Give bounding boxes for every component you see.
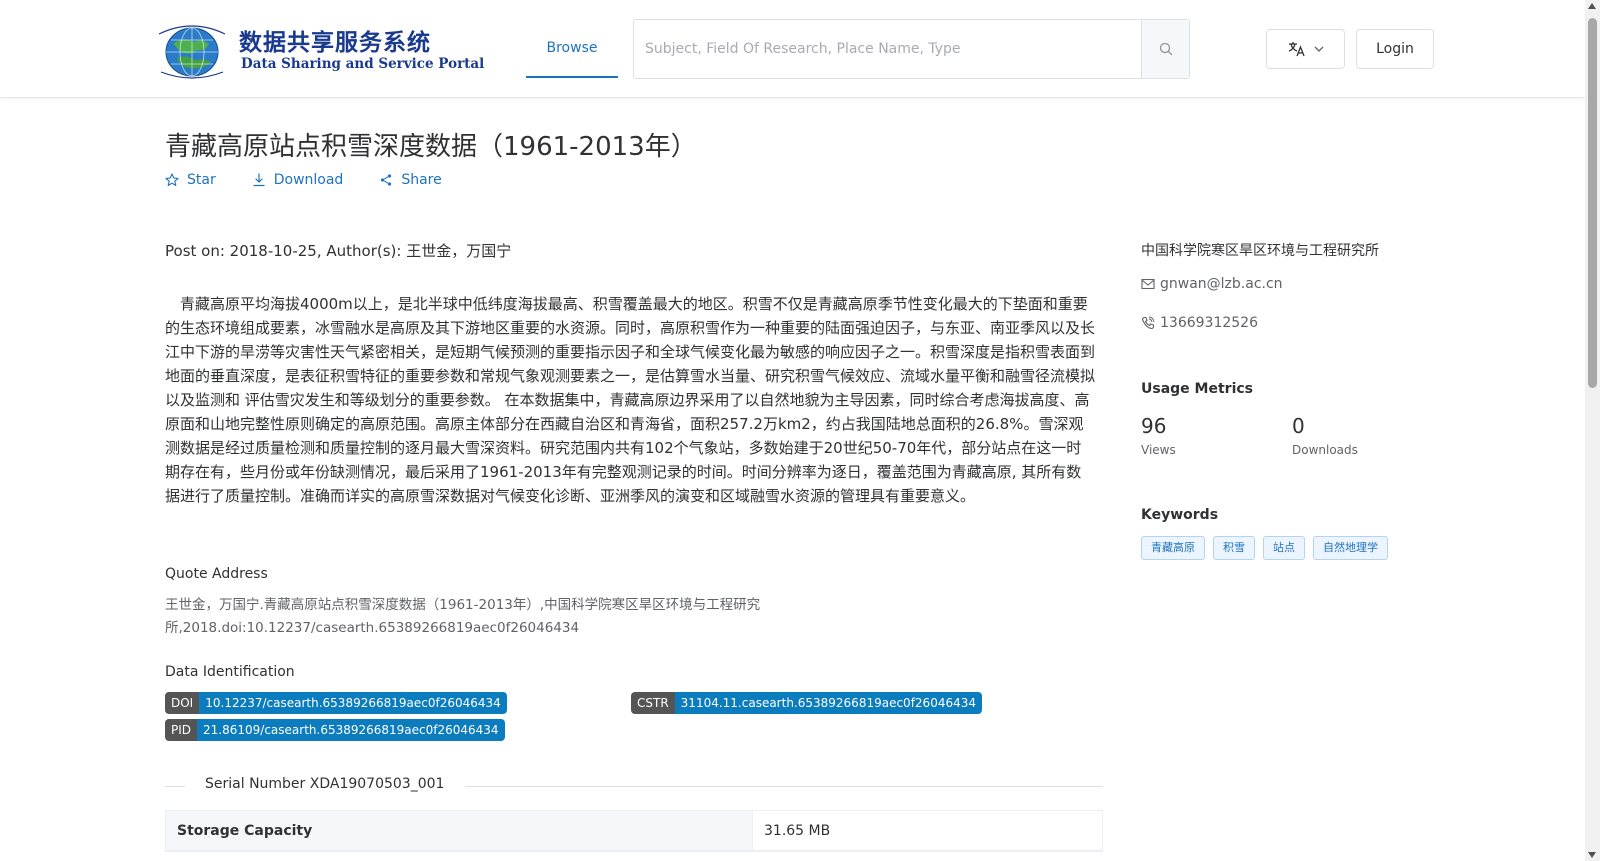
nav-browse-tab[interactable]: Browse bbox=[526, 20, 618, 78]
downloads-label: Downloads bbox=[1292, 443, 1358, 457]
divider-line-right bbox=[465, 786, 1103, 787]
pid-badge-value: 21.86109/casearth.65389266819aec0f260464… bbox=[197, 719, 505, 741]
search-icon bbox=[1159, 42, 1172, 56]
table-cell-key: Storage Capacity bbox=[166, 811, 753, 850]
page-scrollbar[interactable] bbox=[1585, 0, 1600, 861]
scroll-up-arrow-icon[interactable] bbox=[1588, 3, 1596, 9]
table-cell-value: 31.65 MB bbox=[764, 823, 831, 839]
login-button[interactable]: Login bbox=[1356, 29, 1434, 69]
dataset-actions: Star Download Share bbox=[165, 172, 478, 188]
phone-text: 13669312526 bbox=[1160, 315, 1258, 331]
cstr-badge-value: 31104.11.casearth.65389266819aec0f260464… bbox=[674, 692, 982, 714]
download-label: Download bbox=[273, 172, 344, 188]
quote-address-text: 王世金，万国宁.青藏高原站点积雪深度数据（1961-2013年）,中国科学院寒区… bbox=[165, 597, 761, 636]
table-row: Storage Capacity 31.65 MB bbox=[166, 811, 1102, 851]
cstr-badge-key: CSTR bbox=[631, 692, 675, 714]
keyword-tag[interactable]: 青藏高原 bbox=[1141, 536, 1205, 560]
keyword-tag[interactable]: 站点 bbox=[1263, 536, 1305, 560]
star-icon bbox=[165, 173, 179, 187]
share-label: Share bbox=[401, 172, 442, 188]
search-button[interactable] bbox=[1141, 20, 1189, 78]
mail-icon bbox=[1141, 278, 1155, 290]
views-count: 96 bbox=[1141, 414, 1167, 438]
views-label: Views bbox=[1141, 443, 1176, 457]
chevron-down-icon bbox=[1314, 46, 1323, 52]
star-label: Star bbox=[187, 172, 216, 188]
contact-email[interactable]: gnwan@lzb.ac.cn bbox=[1141, 276, 1283, 292]
keyword-tag[interactable]: 积雪 bbox=[1213, 536, 1255, 560]
translate-icon bbox=[1288, 42, 1305, 57]
downloads-count: 0 bbox=[1292, 414, 1305, 438]
contact-phone: 13669312526 bbox=[1141, 315, 1258, 331]
star-button[interactable]: Star bbox=[165, 172, 216, 188]
logo-title-cn: 数据共享服务系统 bbox=[239, 29, 431, 56]
doi-badge-key: DOI bbox=[165, 692, 200, 714]
post-info: Post on: 2018-10-25, Author(s): 王世金，万国宁 bbox=[165, 242, 512, 260]
logo-title-en: Data Sharing and Service Portal bbox=[241, 56, 485, 72]
phone-icon bbox=[1141, 316, 1155, 330]
usage-metrics-title: Usage Metrics bbox=[1141, 381, 1253, 397]
data-identification-label: Data Identification bbox=[165, 664, 295, 680]
scrollbar-thumb[interactable] bbox=[1588, 18, 1597, 388]
dataset-title: 青藏高原站点积雪深度数据（1961-2013年） bbox=[165, 132, 697, 162]
doi-badge[interactable]: DOI 10.12237/casearth.65389266819aec0f26… bbox=[165, 692, 507, 714]
search-box bbox=[633, 19, 1190, 79]
doi-badge-value: 10.12237/casearth.65389266819aec0f260464… bbox=[199, 692, 507, 714]
organization-name: 中国科学院寒区旱区环境与工程研究所 bbox=[1141, 243, 1379, 259]
scroll-down-arrow-icon[interactable] bbox=[1588, 852, 1596, 858]
pid-badge[interactable]: PID 21.86109/casearth.65389266819aec0f26… bbox=[165, 719, 505, 741]
download-icon bbox=[253, 173, 265, 187]
language-dropdown-button[interactable] bbox=[1266, 29, 1345, 69]
keyword-tags: 青藏高原 积雪 站点 自然地理学 bbox=[1141, 536, 1388, 560]
top-header: 数据共享服务系统 Data Sharing and Service Portal… bbox=[0, 0, 1585, 98]
serial-number-divider: Serial Number XDA19070503_001 bbox=[165, 776, 1103, 796]
download-button[interactable]: Download bbox=[252, 172, 344, 188]
globe-logo-icon bbox=[158, 25, 226, 79]
portal-logo[interactable]: 数据共享服务系统 Data Sharing and Service Portal bbox=[153, 20, 484, 80]
dataset-info-table: Storage Capacity 31.65 MB bbox=[165, 810, 1103, 852]
pid-badge-key: PID bbox=[165, 719, 198, 741]
divider-line-left bbox=[165, 786, 185, 787]
share-button[interactable]: Share bbox=[379, 172, 442, 188]
keywords-title: Keywords bbox=[1141, 507, 1219, 523]
dataset-description: 青藏高原平均海拔4000m以上，是北半球中低纬度海拔最高、积雪覆盖最大的地区。积… bbox=[165, 295, 1096, 505]
keyword-tag[interactable]: 自然地理学 bbox=[1313, 536, 1388, 560]
email-text: gnwan@lzb.ac.cn bbox=[1160, 276, 1283, 292]
cstr-badge[interactable]: CSTR 31104.11.casearth.65389266819aec0f2… bbox=[631, 692, 982, 714]
quote-address-label: Quote Address bbox=[165, 566, 268, 582]
serial-number: Serial Number XDA19070503_001 bbox=[205, 776, 445, 792]
share-icon bbox=[381, 174, 392, 186]
search-input[interactable] bbox=[634, 20, 1142, 78]
